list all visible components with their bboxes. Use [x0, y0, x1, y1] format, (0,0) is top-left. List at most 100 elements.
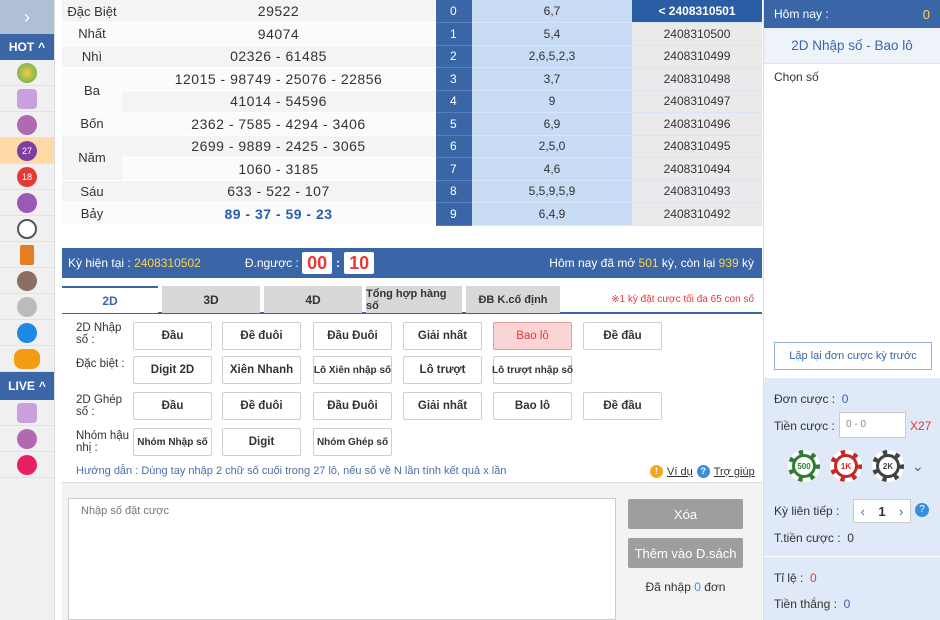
- live-dealer-icon[interactable]: [0, 426, 54, 452]
- repeat-last-bet-button[interactable]: Lặp lại đơn cược kỳ trước: [774, 342, 932, 370]
- grid-values: 3,7: [472, 67, 632, 91]
- info-icon: !: [650, 465, 663, 478]
- bet-slip-panel: Hôm nay : 0 2D Nhập số - Bao lô Chọn số …: [763, 0, 940, 620]
- game-icon-49[interactable]: [0, 190, 54, 216]
- left-count: 939: [718, 256, 739, 270]
- btn-ghep-bao-lo[interactable]: Bao lô: [493, 392, 572, 420]
- delete-button[interactable]: Xóa: [628, 499, 743, 529]
- help-icon[interactable]: ?: [915, 503, 929, 517]
- horse-icon[interactable]: [0, 268, 54, 294]
- help-link[interactable]: Trợ giúp: [714, 466, 755, 478]
- btn-ghep-dau-duoi[interactable]: Đầu Đuôi: [313, 392, 392, 420]
- btn-nhom-ghep-so[interactable]: Nhóm Ghép số: [313, 428, 392, 456]
- live-game-icon-1[interactable]: [0, 400, 54, 426]
- btn-lo-xien-nhap-so[interactable]: Lô Xiên nhập số: [313, 356, 392, 384]
- btn-de-duoi[interactable]: Đề đuôi: [222, 322, 301, 350]
- tab-2d[interactable]: 2D: [62, 286, 158, 313]
- btn-digit-2d[interactable]: Digit 2D: [133, 356, 212, 384]
- prize-value: 02326 - 61485: [122, 45, 435, 68]
- prize-value: 89 - 37 - 59 - 23: [122, 202, 435, 226]
- btn-giai-nhat[interactable]: Giải nhất: [403, 322, 482, 350]
- chevron-up-icon: ^: [38, 379, 46, 393]
- bet-number-input[interactable]: Nhập số đặt cược: [68, 498, 616, 620]
- period-link[interactable]: 2408310494: [632, 157, 762, 181]
- btn-ghep-de-dau[interactable]: Đề đầu: [583, 392, 662, 420]
- prize-label: Bốn: [62, 112, 122, 136]
- dice-icon[interactable]: [0, 294, 54, 320]
- prize-label: Nhì: [62, 45, 122, 68]
- game-icon-18[interactable]: 18: [0, 164, 54, 190]
- orders-label: Đơn cược :: [774, 392, 836, 406]
- chevron-up-icon: ^: [38, 40, 46, 54]
- grid-row: 2 2,6,5,2,3 2408310499: [436, 45, 762, 68]
- keno-icon[interactable]: [0, 346, 54, 372]
- result-row: Đặc Biệt 29522: [62, 0, 435, 23]
- chip-500[interactable]: 500: [788, 450, 820, 482]
- bet-amount-input[interactable]: 0 - 0: [839, 412, 906, 438]
- btn-ghep-de-duoi[interactable]: Đề đuôi: [222, 392, 301, 420]
- game-icon-27[interactable]: 27: [0, 138, 54, 164]
- collapse-arrow-icon[interactable]: ›: [0, 0, 54, 34]
- grid-row: 5 6,9 2408310496: [436, 112, 762, 136]
- period-link[interactable]: 2408310498: [632, 67, 762, 91]
- countdown-minutes: 00: [302, 252, 333, 274]
- period-link[interactable]: 2408310493: [632, 180, 762, 203]
- period-link[interactable]: 2408310499: [632, 45, 762, 68]
- chip-1k[interactable]: 1K: [830, 450, 862, 482]
- example-link[interactable]: Ví dụ: [667, 466, 693, 478]
- chip-2k[interactable]: 2K: [872, 450, 904, 482]
- increment-icon[interactable]: ›: [899, 504, 903, 519]
- live-section-toggle[interactable]: LIVE ^: [0, 372, 54, 400]
- period-link[interactable]: 2408310497: [632, 90, 762, 113]
- tab-db-co-dinh[interactable]: ĐB K.cố định: [466, 286, 560, 313]
- grid-values: 6,9: [472, 112, 632, 136]
- hot-section-toggle[interactable]: HOT ^: [0, 34, 54, 60]
- period-link[interactable]: < 2408310501: [632, 0, 762, 23]
- grid-values: 2,5,0: [472, 135, 632, 158]
- total-row: T.tiền cược : 0: [774, 531, 854, 545]
- prize-value: 12015 - 98749 - 25076 - 22856: [122, 67, 435, 91]
- soccer-icon[interactable]: [0, 216, 54, 242]
- money-label: Tiền cược :: [774, 419, 835, 433]
- btn-nhom-nhap-so[interactable]: Nhóm Nhập số: [133, 428, 212, 456]
- decrement-icon[interactable]: ‹: [861, 504, 865, 519]
- game-icon-blue[interactable]: [0, 320, 54, 346]
- grid-index: 3: [436, 67, 472, 91]
- live-dealer-icon-2[interactable]: [0, 452, 54, 478]
- btn-ghep-giai-nhat[interactable]: Giải nhất: [403, 392, 482, 420]
- tab-4d[interactable]: 4D: [264, 286, 362, 313]
- grid-values: 2,6,5,2,3: [472, 45, 632, 68]
- period-link[interactable]: 2408310500: [632, 22, 762, 46]
- grid-index: 0: [436, 0, 472, 23]
- consecutive-stepper[interactable]: ‹ 1 ›: [853, 499, 911, 523]
- grid-row: 3 3,7 2408310498: [436, 67, 762, 91]
- ladder-icon[interactable]: [0, 242, 54, 268]
- period-link[interactable]: 2408310495: [632, 135, 762, 158]
- chip-500-label: 500: [795, 457, 813, 475]
- prize-label: Bảy: [62, 202, 122, 226]
- choose-number-label: Chọn số: [774, 70, 819, 84]
- period-link[interactable]: 2408310492: [632, 202, 762, 226]
- row-label-dac-biet: Đặc biệt :: [76, 358, 125, 370]
- game-icon-2[interactable]: [0, 86, 54, 112]
- btn-dau[interactable]: Đầu: [133, 322, 212, 350]
- prize-label: Ba: [62, 67, 122, 113]
- tab-3d[interactable]: 3D: [162, 286, 260, 313]
- period-link[interactable]: 2408310496: [632, 112, 762, 136]
- game-icon-1[interactable]: [0, 60, 54, 86]
- btn-digit[interactable]: Digit: [222, 428, 301, 456]
- prize-value: 2362 - 7585 - 4294 - 3406: [122, 112, 435, 136]
- add-to-list-button[interactable]: Thêm vào D.sách: [628, 538, 743, 568]
- btn-bao-lo[interactable]: Bao lô: [493, 322, 572, 350]
- btn-xien-nhanh[interactable]: Xiên Nhanh: [222, 356, 301, 384]
- chevron-down-icon[interactable]: ⌄: [912, 458, 924, 475]
- btn-lo-truot-nhap-so[interactable]: Lô trượt nhập số: [492, 356, 573, 384]
- dealer-icon-1[interactable]: [0, 112, 54, 138]
- btn-lo-truot[interactable]: Lô trượt: [403, 356, 482, 384]
- tab-tong-hop[interactable]: Tổng hợp hàng số: [366, 286, 462, 313]
- btn-dau-duoi[interactable]: Đầu Đuôi: [313, 322, 392, 350]
- btn-ghep-dau[interactable]: Đầu: [133, 392, 212, 420]
- btn-de-dau[interactable]: Đề đầu: [583, 322, 662, 350]
- grid-values: 5,5,9,5,9: [472, 180, 632, 203]
- grid-values: 4,6: [472, 157, 632, 181]
